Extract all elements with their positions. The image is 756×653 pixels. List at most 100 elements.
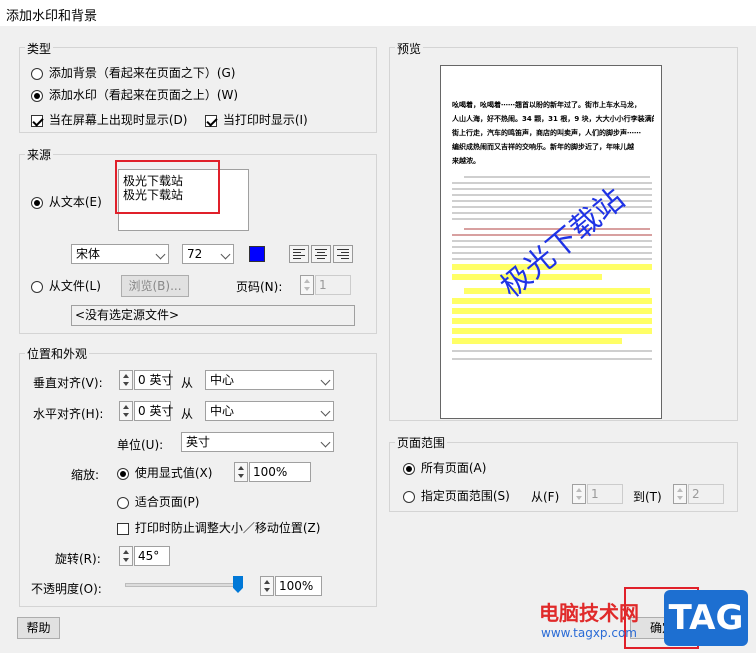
all-pages-label: 所有页面(A) <box>420 461 487 475</box>
show-on-screen-label: 当在屏幕上出现时显示(D) <box>48 113 188 127</box>
preview-group-title: 预览 <box>395 40 424 57</box>
browse-button[interactable]: 浏览(B)... <box>121 275 189 297</box>
from-text-radio[interactable]: 从文本(E) <box>31 193 102 210</box>
opacity-slider-track[interactable] <box>125 583 243 587</box>
heading-line: 编织成热闹而又吉祥的交响乐。新年的脚步近了，年味儿越 <box>452 143 634 151</box>
type-group-title: 类型 <box>25 40 54 57</box>
from-page-stepper[interactable] <box>572 484 586 504</box>
from-label: 从 <box>181 407 194 421</box>
radio-icon <box>31 280 43 293</box>
all-pages-radio[interactable]: 所有页面(A) <box>403 459 486 476</box>
horizontal-from-value: 中心 <box>210 404 235 418</box>
rotate-stepper[interactable] <box>119 546 133 566</box>
chevron-down-icon <box>320 437 331 448</box>
horizontal-align-label: 水平对齐(H): <box>33 407 104 421</box>
from-file-label: 从文件(L) <box>48 279 101 293</box>
checkbox-icon <box>117 522 129 535</box>
use-display-radio[interactable]: 使用显式值(X) <box>117 464 212 481</box>
opacity-value-field[interactable]: 100% <box>275 576 322 596</box>
rotate-label: 旋转(R): <box>55 552 101 566</box>
page-number-field[interactable]: 1 <box>315 275 351 295</box>
to-page-label: 到(T) <box>633 490 662 504</box>
specify-range-radio[interactable]: 指定页面范围(S) <box>403 487 510 504</box>
preview-page: 吆喝着，吆喝着⋯⋯翘首以盼的新年过了。街市上车水马龙， 人山人海，好不热闹。34… <box>440 65 662 419</box>
position-group-title: 位置和外观 <box>25 345 90 362</box>
site-url: www.tagxp.com <box>541 626 637 640</box>
source-group-title: 来源 <box>25 146 54 163</box>
unit-value: 英寸 <box>186 435 211 449</box>
use-display-label: 使用显式值(X) <box>134 466 213 480</box>
from-text-label: 从文本(E) <box>48 195 102 209</box>
heading-line: 吆喝着，吆喝着⋯⋯翘首以盼的新年过了。街市上车水马龙， <box>452 101 641 109</box>
preview-heading: 吆喝着，吆喝着⋯⋯翘首以盼的新年过了。街市上车水马龙， 人山人海，好不热闹。34… <box>452 98 654 168</box>
horizontal-from-select[interactable]: 中心 <box>205 401 334 421</box>
prevent-resize-label: 打印时防止调整大小／移动位置(Z) <box>134 521 321 535</box>
align-left-button[interactable] <box>289 245 309 263</box>
font-value: 宋体 <box>76 247 101 261</box>
specify-range-label: 指定页面范围(S) <box>420 489 510 503</box>
align-right-button[interactable] <box>333 245 353 263</box>
window-title: 添加水印和背景 <box>6 9 98 24</box>
scale-stepper[interactable] <box>234 462 248 482</box>
radio-icon <box>403 490 415 503</box>
prevent-resize-checkbox[interactable]: 打印时防止调整大小／移动位置(Z) <box>117 519 320 536</box>
checkmark-icon <box>31 114 43 127</box>
align-center-button[interactable] <box>311 245 331 263</box>
vertical-from-value: 中心 <box>210 373 235 387</box>
horizontal-stepper[interactable] <box>119 401 133 421</box>
show-on-print-checkbox[interactable]: 当打印时显示(I) <box>205 111 308 128</box>
highlight-box-text <box>115 160 220 214</box>
from-page-field[interactable]: 1 <box>587 484 623 504</box>
to-page-stepper[interactable] <box>673 484 687 504</box>
show-on-screen-checkbox[interactable]: 当在屏幕上出现时显示(D) <box>31 111 187 128</box>
unit-select[interactable]: 英寸 <box>181 432 334 452</box>
scale-label: 缩放: <box>71 468 100 482</box>
radio-selected-icon <box>31 196 43 209</box>
add-watermark-radio[interactable]: 添加水印（看起来在页面之上）(W) <box>31 86 238 103</box>
opacity-stepper[interactable] <box>260 576 274 596</box>
title-bar: 添加水印和背景 <box>0 0 756 26</box>
heading-line: 来越浓。 <box>452 157 480 165</box>
page-range-title: 页面范围 <box>395 434 448 451</box>
add-watermark-label: 添加水印（看起来在页面之上）(W) <box>48 88 239 102</box>
source-file-field: <没有选定源文件> <box>71 305 355 326</box>
radio-selected-icon <box>117 467 129 480</box>
chevron-down-icon <box>320 406 331 417</box>
scale-value-field[interactable]: 100% <box>249 462 311 482</box>
font-size-select[interactable]: 72 <box>182 244 234 264</box>
show-on-print-label: 当打印时显示(I) <box>222 113 308 127</box>
font-select[interactable]: 宋体 <box>71 244 169 264</box>
help-button[interactable]: 帮助 <box>17 617 60 639</box>
tag-logo-text: TAG <box>668 598 744 638</box>
chevron-down-icon <box>155 249 166 260</box>
checkmark-icon <box>205 114 217 127</box>
page-number-stepper[interactable] <box>300 275 314 295</box>
radio-selected-icon <box>403 462 415 475</box>
color-picker-button[interactable] <box>249 246 265 262</box>
radio-icon <box>31 67 43 80</box>
radio-selected-icon <box>31 89 43 102</box>
page-number-label: 页码(N): <box>236 280 283 294</box>
rotate-value-field[interactable]: 45° <box>134 546 170 566</box>
font-size-value: 72 <box>187 247 203 261</box>
add-background-label: 添加背景（看起来在页面之下）(G) <box>48 66 236 80</box>
from-label: 从 <box>181 376 194 390</box>
to-page-field[interactable]: 2 <box>688 484 724 504</box>
fit-page-radio[interactable]: 适合页面(P) <box>117 493 199 510</box>
add-background-radio[interactable]: 添加背景（看起来在页面之下）(G) <box>31 64 236 81</box>
unit-label: 单位(U): <box>117 438 164 452</box>
heading-line: 人山人海，好不热闹。34 颗，31 根，9 块，大大小小行李装满的人在 <box>452 115 654 123</box>
vertical-align-label: 垂直对齐(V): <box>33 376 103 390</box>
chevron-down-icon <box>320 375 331 386</box>
heading-line: 街上行走，汽车的鸣笛声，商店的叫卖声，人们的脚步声⋯⋯ <box>452 129 641 137</box>
vertical-from-select[interactable]: 中心 <box>205 370 334 390</box>
from-file-radio[interactable]: 从文件(L) <box>31 277 101 294</box>
from-page-label: 从(F) <box>531 490 560 504</box>
vertical-stepper[interactable] <box>119 370 133 390</box>
radio-icon <box>117 496 129 509</box>
fit-page-label: 适合页面(P) <box>134 495 200 509</box>
tag-logo: TAG <box>664 590 748 646</box>
site-name: 电脑技术网 <box>539 601 639 625</box>
vertical-value-field[interactable]: 0 英寸 <box>134 370 173 390</box>
horizontal-value-field[interactable]: 0 英寸 <box>134 401 173 421</box>
